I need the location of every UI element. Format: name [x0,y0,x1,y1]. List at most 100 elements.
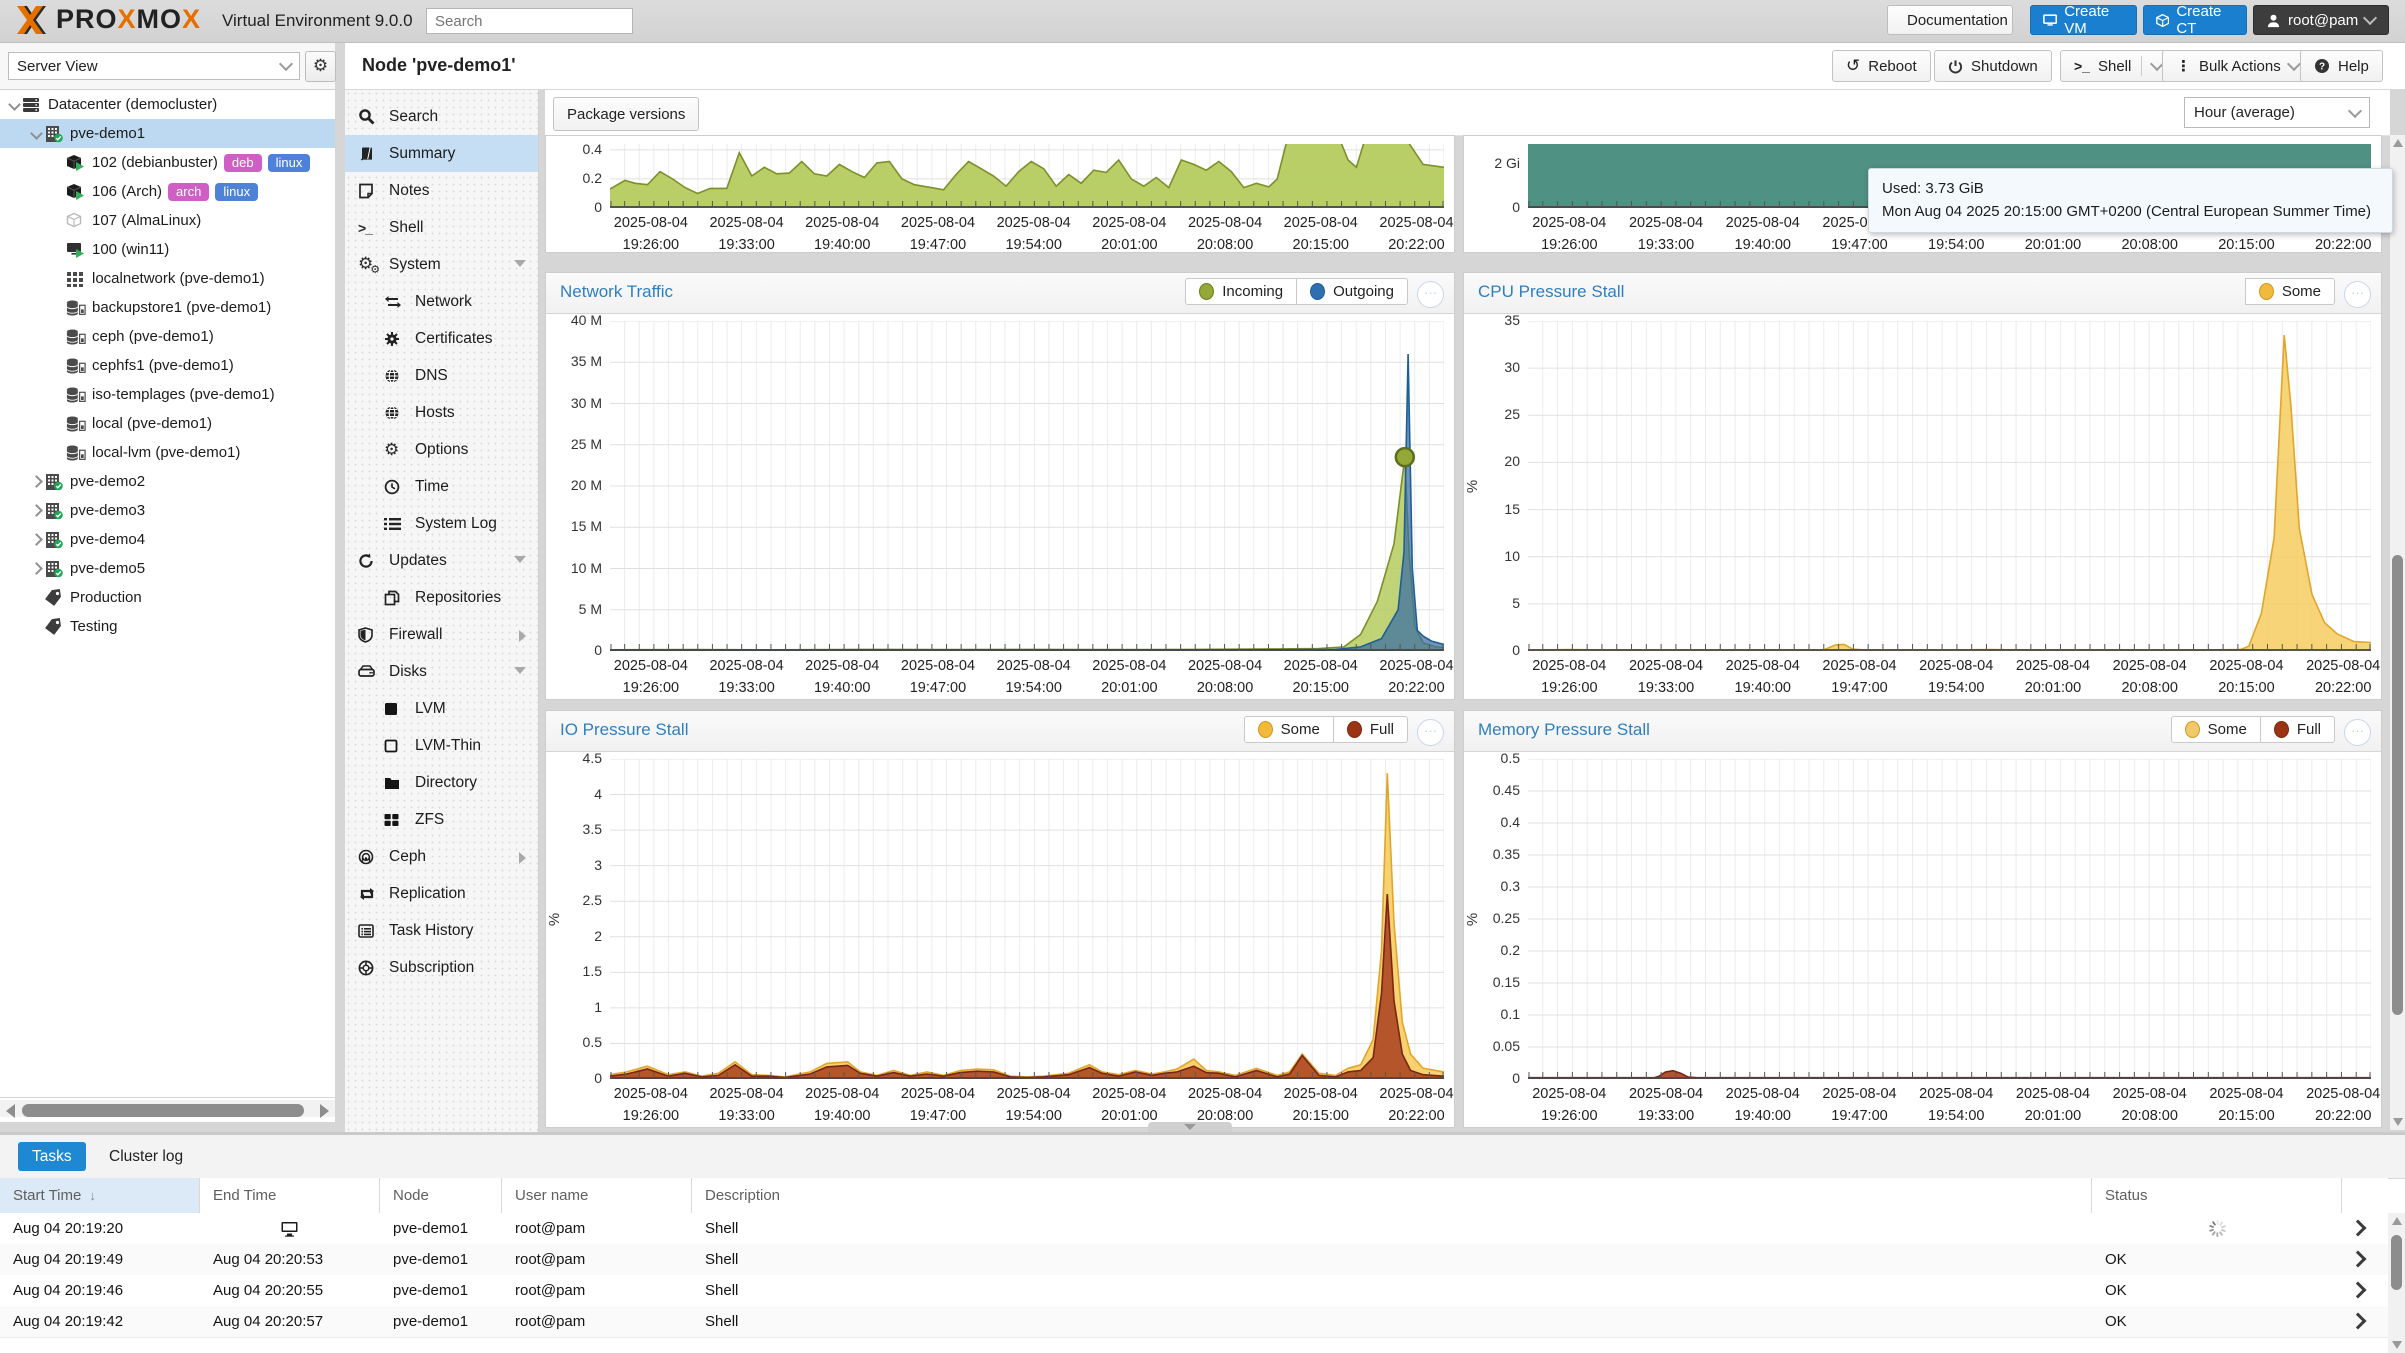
documentation-button[interactable]: Documentation [1887,5,2013,35]
chart-collapse-button[interactable]: ··· [2344,719,2371,746]
legend-toggle-full[interactable]: Full [2260,716,2335,743]
sidebar-item-system-log[interactable]: System Log [345,505,538,542]
scroll-right-arrow-icon[interactable] [320,1104,329,1118]
task-row[interactable]: Aug 04 20:19:46 Aug 04 20:20:55 pve-demo1 r… [0,1275,2388,1307]
shell-button[interactable]: >_ Shell [2060,50,2177,82]
legend-toggle-outgoing[interactable]: Outgoing [1297,278,1408,305]
global-search-input[interactable] [426,8,633,34]
tree-item-backupstore1[interactable]: backupstore1 (pve-demo1) [0,293,335,322]
scroll-down-arrow-icon[interactable] [2392,1341,2402,1349]
chart-plot-network-traffic[interactable] [610,321,1444,651]
chart-plot-cpu-usage-partial[interactable] [610,144,1444,208]
chart-collapse-button[interactable]: ··· [2344,281,2371,308]
bottom-panel-resize-handle[interactable] [1148,1122,1232,1132]
tree-item-pve-demo1[interactable]: pve-demo1 [0,119,335,148]
tree-horizontal-scrollbar[interactable] [0,1098,335,1122]
section-collapse-icon[interactable] [514,556,526,563]
tree-item-iso-templages[interactable]: iso-templages (pve-demo1) [0,380,335,409]
task-expand-chevron-icon[interactable] [2349,1312,2367,1330]
scrollbar-thumb[interactable] [2391,1235,2402,1290]
create-ct-button[interactable]: Create CT [2143,3,2247,37]
scroll-left-arrow-icon[interactable] [6,1104,15,1118]
sidebar-item-zfs[interactable]: ZFS [345,801,538,838]
tree-item-production[interactable]: Production [0,583,335,612]
tree-item-local-lvm[interactable]: local-lvm (pve-demo1) [0,438,335,467]
tree-item-107[interactable]: 107 (AlmaLinux) [0,206,335,235]
tree-settings-gear-button[interactable]: ⚙ [305,51,336,82]
tree-item-102[interactable]: 102 (debianbuster) deb linux [0,148,335,177]
legend-toggle-full[interactable]: Full [1333,716,1408,743]
sidebar-item-time[interactable]: Time [345,468,538,505]
sidebar-item-options[interactable]: ⚙ Options [345,431,538,468]
tree-item-pve-demo3[interactable]: pve-demo3 [0,496,335,525]
sidebar-item-replication[interactable]: Replication [345,875,538,912]
section-collapse-icon[interactable] [514,667,526,674]
chart-plot-cpu-pressure[interactable] [1528,321,2371,651]
tree-item-testing[interactable]: Testing [0,612,335,641]
create-vm-button[interactable]: Create VM [2030,3,2137,37]
sidebar-item-lvm-thin[interactable]: LVM-Thin [345,727,538,764]
bulk-actions-button[interactable]: ⋮ Bulk Actions [2162,50,2313,82]
legend-toggle-some[interactable]: Some [1243,716,1334,743]
column-header-node[interactable]: Node [380,1178,502,1213]
task-expand-chevron-icon[interactable] [2349,1281,2367,1299]
scrollbar-thumb[interactable] [22,1104,304,1117]
sidebar-item-subscription[interactable]: Subscription [345,949,538,986]
chart-collapse-button[interactable]: ··· [1417,281,1444,308]
legend-toggle-some[interactable]: Some [2170,716,2261,743]
tree-item-100[interactable]: 100 (win11) [0,235,335,264]
sidebar-item-ceph[interactable]: Ceph [345,838,538,875]
sidebar-item-notes[interactable]: Notes [345,172,538,209]
tree-expander-down-icon[interactable] [28,126,44,142]
scrollbar-thumb[interactable] [2392,555,2403,1015]
column-header-description[interactable]: Description [692,1178,2092,1213]
sidebar-item-firewall[interactable]: Firewall [345,616,538,653]
task-row[interactable]: Aug 04 20:19:20 pve-demo1 root@pam Shell [0,1213,2388,1245]
tree-expander-right-icon[interactable] [28,503,44,519]
tree-item-106[interactable]: 106 (Arch) arch linux [0,177,335,206]
sidebar-item-directory[interactable]: Directory [345,764,538,801]
sidebar-item-disks[interactable]: Disks [345,653,538,690]
tasks-vertical-scrollbar[interactable] [2388,1213,2405,1353]
section-collapse-icon[interactable] [514,260,526,267]
help-button[interactable]: ? Help [2300,50,2383,82]
tab-tasks[interactable]: Tasks [18,1142,86,1171]
chart-plot-memory-pressure[interactable] [1528,759,2371,1079]
legend-toggle-incoming[interactable]: Incoming [1185,278,1298,305]
legend-toggle-some[interactable]: Some [2244,278,2335,305]
task-row[interactable]: Aug 04 20:19:49 Aug 04 20:20:53 pve-demo1 r… [0,1244,2388,1276]
sidebar-item-task-history[interactable]: Task History [345,912,538,949]
sidebar-item-updates[interactable]: Updates [345,542,538,579]
reboot-button[interactable]: ↺ Reboot [1832,50,1931,82]
sidebar-item-certificates[interactable]: Certificates [345,320,538,357]
tree-item-pve-demo5[interactable]: pve-demo5 [0,554,335,583]
column-header-start-time[interactable]: Start Time ↓ [0,1178,200,1213]
tree-expander-down-icon[interactable] [6,97,22,113]
shutdown-button[interactable]: Shutdown [1934,50,2052,82]
task-row[interactable]: Aug 04 20:19:42 Aug 04 20:20:57 pve-demo1 r… [0,1306,2388,1338]
scroll-up-arrow-icon[interactable] [2392,1217,2402,1225]
view-mode-select[interactable]: Server View [8,52,300,80]
tree-item-datacenter[interactable]: Datacenter (democluster) [0,90,335,119]
task-expand-chevron-icon[interactable] [2349,1219,2367,1237]
sidebar-item-hosts[interactable]: Hosts [345,394,538,431]
main-vertical-scrollbar[interactable] [2390,135,2405,1130]
tab-cluster-log[interactable]: Cluster log [95,1142,197,1171]
sidebar-item-system[interactable]: ⚙⚙ System [345,246,538,283]
column-header-end-time[interactable]: End Time [200,1178,380,1213]
package-versions-button[interactable]: Package versions [553,97,700,131]
tree-expander-right-icon[interactable] [28,561,44,577]
chart-collapse-button[interactable]: ··· [1417,719,1444,746]
sidebar-item-search[interactable]: Search [345,98,538,135]
chart-plot-io-pressure[interactable] [610,759,1444,1079]
tree-expander-right-icon[interactable] [28,532,44,548]
tree-item-localnetwork[interactable]: localnetwork (pve-demo1) [0,264,335,293]
column-header-status[interactable]: Status [2092,1178,2342,1213]
sidebar-item-dns[interactable]: DNS [345,357,538,394]
tree-item-pve-demo4[interactable]: pve-demo4 [0,525,335,554]
tree-expander-right-icon[interactable] [28,474,44,490]
scroll-down-arrow-icon[interactable] [2393,1118,2403,1126]
scroll-up-arrow-icon[interactable] [2393,139,2403,147]
column-header-user-name[interactable]: User name [502,1178,692,1213]
tree-item-ceph[interactable]: ceph (pve-demo1) [0,322,335,351]
